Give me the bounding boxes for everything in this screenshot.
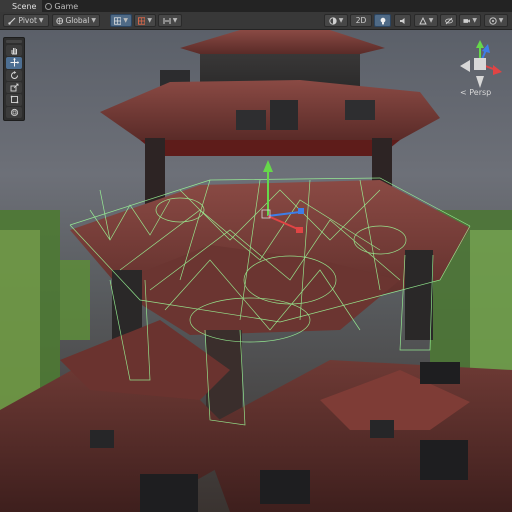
projection-label: Persp <box>469 88 492 97</box>
chevron-down-icon: ▼ <box>38 17 44 24</box>
scale-tool-button[interactable] <box>6 81 22 94</box>
gizmos-globe-icon <box>489 16 497 25</box>
chevron-down-icon: ▼ <box>498 17 504 24</box>
chevron-down-icon: ▼ <box>91 17 96 24</box>
rect-tool-button[interactable] <box>6 94 22 106</box>
rotate-tool-button[interactable] <box>6 69 22 81</box>
lightbulb-icon <box>380 17 385 24</box>
palette-drag-handle[interactable] <box>6 40 22 43</box>
tab-scene[interactable]: Scene <box>0 0 43 40</box>
shading-mode-dropdown[interactable]: ▼ <box>324 14 348 27</box>
shading-icon <box>329 16 337 25</box>
grid-snap-button[interactable]: ▼ <box>110 14 132 27</box>
game-icon <box>45 2 53 10</box>
global-dropdown[interactable]: Global ▼ <box>52 14 100 27</box>
scene-toolbar: Pivot ▼ Global ▼ ▼ ▼ ▼ ▼ 2D ▼ ▼ ▼ <box>0 12 512 30</box>
orientation-gizmo[interactable] <box>452 36 508 92</box>
hand-tool-button[interactable] <box>6 44 22 57</box>
effects-icon <box>418 16 427 24</box>
pivot-label: Pivot <box>18 16 37 25</box>
effects-dropdown[interactable]: ▼ <box>414 14 438 27</box>
tab-game[interactable]: Game <box>42 0 84 12</box>
scene-tool-palette <box>3 37 25 121</box>
transform-icon <box>10 108 18 116</box>
chevron-down-icon: ▼ <box>172 17 178 24</box>
scene-render <box>0 30 512 512</box>
camera-settings-dropdown[interactable]: ▼ <box>459 14 481 27</box>
chevron-down-icon: ▼ <box>123 17 128 24</box>
hidden-objects-toggle[interactable] <box>440 14 457 27</box>
projection-toggle[interactable]: < Persp <box>460 88 491 97</box>
pivot-dropdown[interactable]: Pivot ▼ <box>3 14 49 27</box>
tab-scene-label: Scene <box>12 1 37 11</box>
axis-gizmo-icon <box>460 40 502 88</box>
scene-viewport[interactable] <box>0 30 512 512</box>
eye-slash-icon <box>444 17 453 24</box>
audio-toggle-button[interactable] <box>394 14 411 27</box>
chevron-down-icon: ▼ <box>147 17 152 24</box>
2d-toggle-button[interactable]: 2D <box>350 14 372 27</box>
snap-grid-icon <box>138 16 146 25</box>
transform-tool-button[interactable] <box>6 106 22 118</box>
scale-icon <box>10 83 18 92</box>
tab-game-label: Game <box>54 1 79 11</box>
upper-pagoda <box>100 30 440 204</box>
lighting-toggle-button[interactable] <box>374 14 391 27</box>
align-button[interactable]: ▼ <box>158 14 182 27</box>
speaker-icon <box>399 17 404 24</box>
camera-icon <box>463 18 470 23</box>
move-icon <box>10 58 19 67</box>
hand-icon <box>11 48 17 55</box>
2d-label: 2D <box>355 16 367 25</box>
rect-icon <box>10 96 18 104</box>
grid-icon <box>114 16 122 25</box>
chevron-down-icon: ▼ <box>428 17 434 24</box>
snap-increment-button[interactable]: ▼ <box>134 14 156 27</box>
global-label: Global <box>65 16 90 25</box>
move-tool-button[interactable] <box>6 57 22 69</box>
pivot-icon <box>8 17 16 25</box>
chevron-down-icon: ▼ <box>338 17 344 24</box>
editor-tab-strip: Scene Game <box>0 0 512 40</box>
rotate-icon <box>10 70 18 79</box>
chevron-down-icon: ▼ <box>472 17 477 24</box>
align-icon <box>163 17 171 24</box>
gizmos-dropdown[interactable]: ▼ <box>484 14 508 27</box>
globe-icon <box>56 17 64 24</box>
back-arrow-icon: < <box>460 88 467 97</box>
